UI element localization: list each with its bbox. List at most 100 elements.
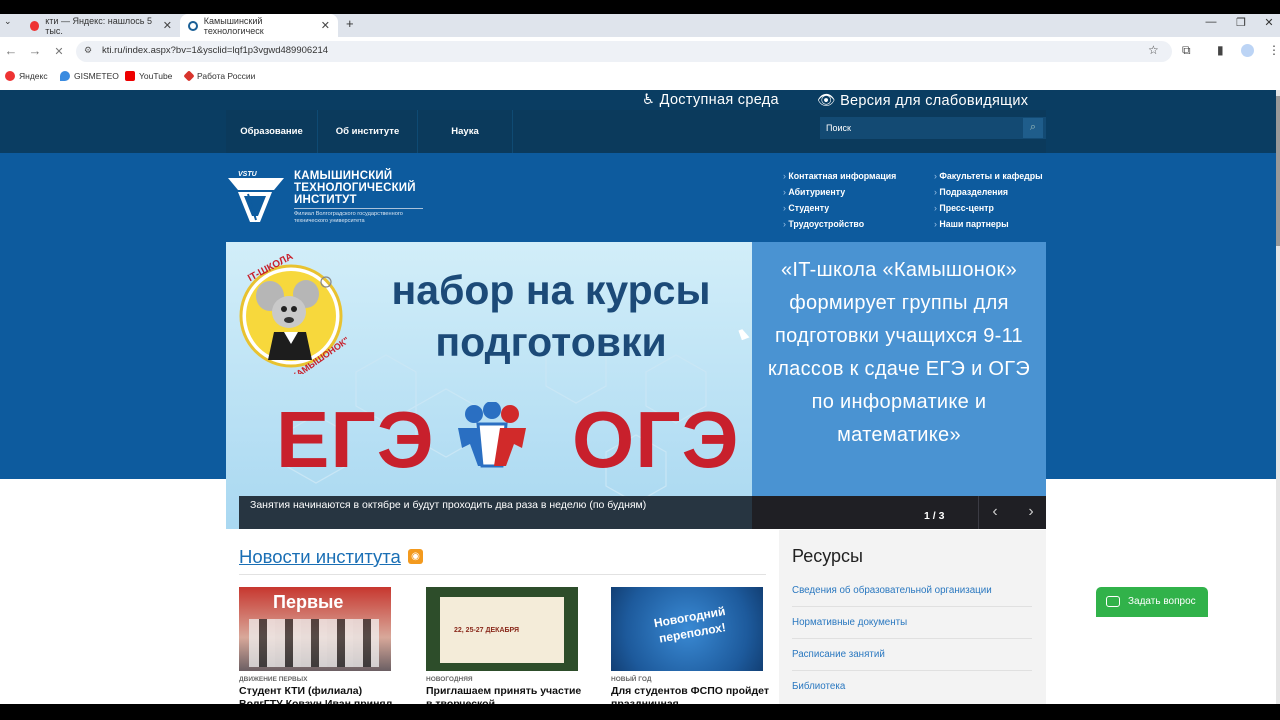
bookmark-star-icon[interactable]: ☆ <box>1148 43 1159 57</box>
resource-divider <box>792 606 1032 607</box>
quick-link-applicants[interactable]: Абитуриенту <box>783 187 845 197</box>
rabota-icon <box>183 70 195 82</box>
banner-slider[interactable]: IT-ШКОЛА "КАМЫШОНОК" набор на курсы подг… <box>226 242 1046 529</box>
accessible-env-link[interactable]: ♿ Доступная среда <box>642 92 779 108</box>
chat-icon <box>1106 596 1120 607</box>
youtube-icon <box>125 71 135 81</box>
news-category: движение первых <box>239 676 308 683</box>
eye-icon: 👁 <box>817 93 836 109</box>
banner-ege: ЕГЭ <box>276 395 435 484</box>
bookmark-rabota[interactable]: Работа России <box>183 70 256 82</box>
new-tab-button[interactable]: + <box>346 16 354 31</box>
next-slide-icon[interactable]: › <box>1016 503 1046 521</box>
close-window-icon[interactable]: ✕ <box>1254 16 1280 29</box>
logo-line-3: ИНСТИТУТ <box>294 194 357 206</box>
institute-name[interactable]: КАМЫШИНСКИЙ ТЕХНОЛОГИЧЕСКИЙ ИНСТИТУТ <box>294 170 416 206</box>
sidebar-icon[interactable]: ▮ <box>1217 43 1224 57</box>
wheelchair-icon: ♿ <box>642 92 656 108</box>
web-page: ♿ Доступная среда 👁 Версия для слабовидя… <box>0 90 1276 704</box>
low-vision-label: Версия для слабовидящих <box>840 93 1029 109</box>
logo-line-2: ТЕХНОЛОГИЧЕСКИЙ <box>294 182 416 194</box>
tab-label: Камышинский технологическ <box>203 15 264 36</box>
url-text[interactable]: kti.ru/index.aspx?bv=1&ysclid=lqf1p3vgwd… <box>102 45 328 56</box>
slide-counter: 1 / 3 <box>924 510 945 522</box>
bookmark-label: GISMETEO <box>74 71 119 81</box>
resource-link-regulations[interactable]: Нормативные документы <box>792 617 907 628</box>
quick-link-students[interactable]: Студенту <box>783 203 829 213</box>
stop-loading-icon[interactable]: ✕ <box>50 45 68 58</box>
slide-caption-text: Занятия начинаются в октябре и будут про… <box>250 499 647 511</box>
menu-item-science[interactable]: Наука <box>418 110 513 153</box>
menu-item-education[interactable]: Образование <box>226 110 318 153</box>
rss-icon[interactable]: ◉ <box>408 549 423 564</box>
mascot-mouse-image: IT-ШКОЛА "КАМЫШОНОК" <box>239 254 348 374</box>
resources-heading: Ресурсы <box>792 546 863 566</box>
news-thumb-3[interactable]: Новогодний переполох! <box>611 587 763 671</box>
news-title[interactable]: Приглашаем принять участие в творческой <box>426 685 586 704</box>
site-info-icon[interactable]: ⚙ <box>84 45 92 56</box>
minimize-icon[interactable]: — <box>1196 16 1226 28</box>
banner-oge: ОГЭ <box>572 395 740 484</box>
bookmark-youtube[interactable]: YouTube <box>125 71 172 81</box>
tab-yandex[interactable]: кти — Яндекс: нашлось 5 тыс. ✕ <box>22 14 180 37</box>
banner-heading: набор на курсы подготовки <box>391 267 711 365</box>
yandex-icon <box>5 71 15 81</box>
resource-link-schedule[interactable]: Расписание занятий <box>792 649 885 660</box>
logo-mark-text: VSTU <box>238 171 258 178</box>
tab-label: кти — Яндекс: нашлось 5 тыс. <box>45 15 152 36</box>
gismeteo-icon <box>60 71 70 81</box>
thumb-text: Новогодний переполох! <box>652 603 727 646</box>
quick-link-employment[interactable]: Трудоустройство <box>783 219 864 229</box>
vstu-logo-icon[interactable]: VSTU <box>226 170 286 225</box>
thumb-text: Первые <box>273 592 344 612</box>
resource-link-library[interactable]: Библиотека <box>792 681 845 692</box>
menu-item-about[interactable]: Об институте <box>318 110 418 153</box>
news-thumb-1[interactable]: Первые <box>239 587 391 671</box>
search-icon[interactable]: ⌕ <box>1023 118 1043 138</box>
slider-divider <box>978 496 979 529</box>
profile-avatar[interactable] <box>1241 44 1254 57</box>
people-image <box>249 619 379 667</box>
extensions-icon[interactable]: ⧉ <box>1182 43 1191 58</box>
yandex-icon <box>30 20 40 31</box>
restore-icon[interactable]: ❐ <box>1226 16 1256 29</box>
logo-line-1: КАМЫШИНСКИЙ <box>294 170 393 182</box>
prev-slide-icon[interactable]: ‹ <box>980 503 1010 521</box>
news-title[interactable]: Студент КТИ (филиала) ВолгГТУ Ковзун Ива… <box>239 685 399 704</box>
scrollbar-thumb[interactable] <box>1276 96 1280 246</box>
banner-quote: «IT-школа «Камышонок» формирует группы д… <box>767 259 1031 446</box>
news-heading[interactable]: Новости института <box>239 546 401 568</box>
close-tab-icon[interactable]: ✕ <box>321 19 330 32</box>
tab-kti[interactable]: Камышинский технологическ ✕ <box>180 14 338 37</box>
quick-link-partners[interactable]: Наши партнеры <box>934 219 1008 229</box>
low-vision-link[interactable]: 👁 Версия для слабовидящих <box>817 92 1028 109</box>
forward-icon[interactable]: → <box>26 43 44 58</box>
quick-link-divisions[interactable]: Подразделения <box>934 187 1008 197</box>
news-category: новый год <box>611 676 652 683</box>
news-category: новогодняя <box>426 676 473 683</box>
news-title[interactable]: Для студентов ФСПО пройдет праздничная <box>611 685 771 704</box>
accessible-env-label: Доступная среда <box>659 92 779 108</box>
bookmark-gismeteo[interactable]: GISMETEO <box>60 71 119 81</box>
quick-link-faculties[interactable]: Факультеты и кафедры <box>934 171 1042 181</box>
tab-list-dropdown[interactable]: ⌄ <box>4 16 12 27</box>
browser-menu-icon[interactable]: ⋮ <box>1268 43 1280 57</box>
bottom-black-bar <box>0 704 1280 720</box>
institute-subtitle: Филиал Волгоградского государственного т… <box>294 211 403 224</box>
logo-divider <box>294 208 423 209</box>
bookmark-yandex[interactable]: Яндекс <box>5 71 48 81</box>
close-tab-icon[interactable]: ✕ <box>163 19 172 32</box>
back-icon[interactable]: ← <box>2 43 20 58</box>
resource-divider <box>792 670 1032 671</box>
site-favicon-icon <box>188 20 198 31</box>
bookmark-label: Работа России <box>197 71 256 81</box>
search-input[interactable] <box>820 117 1046 139</box>
resource-link-org-info[interactable]: Сведения об образовательной организации <box>792 585 992 596</box>
thumb-text: 22, 25-27 ДЕКАБРЯ <box>454 627 520 634</box>
bookmark-label: YouTube <box>139 71 173 81</box>
ege-people-logo-icon <box>458 402 526 468</box>
news-thumb-2[interactable]: 22, 25-27 ДЕКАБРЯ <box>426 587 578 671</box>
quick-link-press[interactable]: Пресс-центр <box>934 203 993 213</box>
quick-link-contacts[interactable]: Контактная информация <box>783 171 896 181</box>
resource-divider <box>792 638 1032 639</box>
